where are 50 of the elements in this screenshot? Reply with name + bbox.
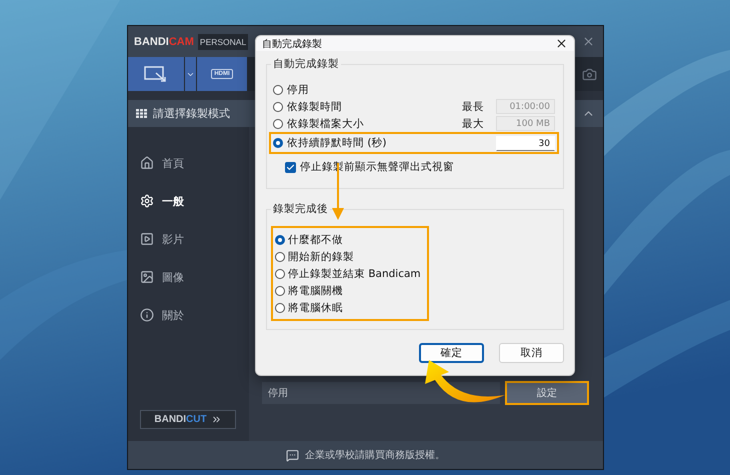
option-label[interactable]: 將電腦休眠	[288, 300, 343, 314]
radio-button[interactable]	[273, 84, 283, 94]
radio-button[interactable]	[275, 268, 285, 278]
selection-field[interactable]: 停用	[262, 382, 500, 404]
image-icon	[140, 270, 154, 284]
radio-button[interactable]	[273, 118, 283, 128]
screen-mode-button[interactable]	[128, 57, 184, 91]
camera-icon	[582, 66, 597, 82]
sidebar-item[interactable]: 圖像	[140, 258, 249, 296]
radio-button[interactable]	[275, 286, 285, 296]
radio-button[interactable]	[273, 102, 283, 112]
radio-button[interactable]	[275, 252, 285, 262]
radio-button[interactable]	[275, 302, 285, 312]
screen-region-icon	[144, 65, 168, 83]
info-icon	[140, 308, 154, 322]
option-label[interactable]: 停止錄製並結束 Bandicam	[288, 266, 421, 280]
input-field[interactable]: 30	[496, 136, 555, 150]
option-label[interactable]: 依錄製檔案大小	[287, 116, 364, 130]
home-icon	[140, 156, 154, 170]
sidebar-item[interactable]: 影片	[140, 220, 249, 258]
license-notice[interactable]: 企業或學校請購買商務版授權。	[305, 448, 445, 462]
app-logo: BANDICAM	[134, 36, 194, 48]
dialog-button[interactable]: 取消	[499, 343, 564, 363]
option-label[interactable]: 開始新的錄製	[288, 250, 354, 264]
sidebar-item[interactable]: 首頁	[140, 144, 249, 182]
play-square-icon	[140, 232, 154, 246]
grid-icon	[136, 109, 147, 118]
option-label[interactable]: 依錄製時間	[287, 100, 342, 114]
gear-icon	[140, 194, 154, 208]
checkbox[interactable]	[285, 162, 296, 172]
group-title: 自動完成錄製	[272, 57, 340, 71]
chevrons-icon	[210, 414, 222, 425]
radio-button[interactable]	[273, 138, 283, 148]
group-title: 錄製完成後	[272, 202, 329, 216]
close-icon[interactable]	[555, 37, 568, 50]
option-label[interactable]: 依持續靜默時間 (秒)	[287, 136, 387, 150]
dialog-button[interactable]: 確定	[419, 343, 484, 363]
limit-label: 最大	[462, 116, 485, 130]
bandicut-button[interactable]: BANDICUT	[140, 410, 236, 429]
limit-label: 最長	[462, 100, 485, 114]
edition-label: PERSONAL	[198, 34, 248, 50]
option-label[interactable]: 停用	[287, 82, 309, 96]
chat-icon	[286, 448, 299, 462]
option-label[interactable]: 將電腦關機	[288, 284, 343, 298]
sidebar-item[interactable]: 一般	[140, 182, 249, 220]
option-label[interactable]: 什麼都不做	[288, 232, 343, 246]
sidebar-item[interactable]: 關於	[140, 296, 249, 334]
settings-button[interactable]: 設定	[505, 381, 589, 405]
dialog-title: 自動完成錄製	[262, 38, 322, 50]
radio-button[interactable]	[275, 234, 285, 244]
